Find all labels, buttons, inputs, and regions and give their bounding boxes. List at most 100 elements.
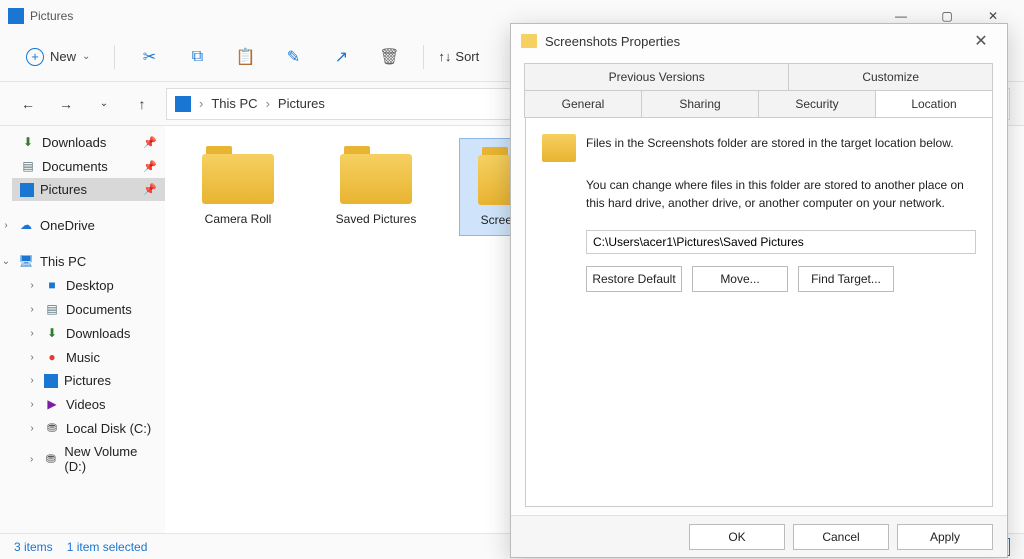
sidebar-item-label: Pictures (64, 373, 111, 388)
sidebar-item-videos[interactable]: ›▶Videos (30, 392, 165, 416)
tab-sharing[interactable]: Sharing (641, 90, 759, 118)
sidebar-item-label: Videos (66, 397, 106, 412)
back-button[interactable]: ← (14, 90, 42, 118)
sidebar-item-label: Downloads (66, 326, 130, 341)
sidebar-item-label: OneDrive (40, 218, 95, 233)
new-button[interactable]: + New ⌄ (16, 44, 100, 70)
sidebar-item-label: New Volume (D:) (64, 444, 157, 474)
close-button[interactable]: ✕ (965, 31, 997, 51)
pictures-icon (175, 96, 191, 112)
sidebar-item-label: Music (66, 350, 100, 365)
paste-icon[interactable]: 📋 (225, 37, 265, 77)
delete-icon[interactable]: 🗑 (369, 37, 409, 77)
breadcrumb-item[interactable]: Pictures (278, 96, 325, 111)
tab-general[interactable]: General (524, 90, 642, 118)
sidebar-item-music[interactable]: ›●Music (30, 345, 165, 369)
pin-icon: 📌 (143, 136, 157, 149)
dialog-tabs: Previous Versions Customize General Shar… (511, 58, 1007, 118)
desktop-icon: ■ (44, 277, 60, 293)
dialog-titlebar: Screenshots Properties ✕ (511, 24, 1007, 58)
forward-button[interactable]: → (52, 90, 80, 118)
item-count: 3 items (14, 540, 53, 554)
restore-default-button[interactable]: Restore Default (586, 266, 682, 292)
move-button[interactable]: Move... (692, 266, 788, 292)
apply-button[interactable]: Apply (897, 524, 993, 550)
tab-security[interactable]: Security (758, 90, 876, 118)
find-target-button[interactable]: Find Target... (798, 266, 894, 292)
sidebar-item-downloads[interactable]: ⬇ Downloads 📌 (12, 130, 165, 154)
picture-icon (44, 374, 58, 388)
sidebar-item-desktop[interactable]: ›■Desktop (30, 273, 165, 297)
chevron-right-icon[interactable]: › (26, 454, 37, 465)
sidebar-item-label: Pictures (40, 182, 87, 197)
tab-previous-versions[interactable]: Previous Versions (524, 63, 789, 91)
sidebar-item-label: Documents (66, 302, 132, 317)
folder-icon (521, 34, 537, 48)
ok-button[interactable]: OK (689, 524, 785, 550)
folder-icon (202, 146, 274, 204)
sidebar-item-label: Desktop (66, 278, 114, 293)
dialog-title: Screenshots Properties (545, 34, 965, 49)
folder-saved-pictures[interactable]: Saved Pictures (321, 138, 431, 234)
share-icon[interactable]: ↗ (321, 37, 361, 77)
download-icon: ⬇ (20, 134, 36, 150)
sort-icon: ↑↓ (438, 49, 451, 64)
chevron-right-icon[interactable]: › (0, 220, 12, 231)
plus-icon: + (26, 48, 44, 66)
sidebar-item-documents[interactable]: ›▤Documents (30, 297, 165, 321)
picture-icon (20, 183, 34, 197)
chevron-right-icon[interactable]: › (26, 399, 38, 410)
sidebar-item-pictures[interactable]: ›Pictures (30, 369, 165, 392)
properties-dialog: Screenshots Properties ✕ Previous Versio… (510, 23, 1008, 558)
window-title: Pictures (30, 9, 878, 23)
thispc-icon: 🖥 (18, 253, 34, 269)
chevron-right-icon[interactable]: › (26, 280, 38, 291)
sidebar-item-thispc[interactable]: ⌄ 🖥 This PC (4, 249, 165, 273)
sidebar-item-label: Downloads (42, 135, 106, 150)
chevron-right-icon[interactable]: › (26, 328, 38, 339)
recent-dropdown[interactable]: ⌄ (90, 90, 118, 118)
copy-icon[interactable]: ⧉ (177, 37, 217, 77)
tab-body-location: Files in the Screenshots folder are stor… (525, 117, 993, 507)
folder-icon (340, 146, 412, 204)
chevron-right-icon[interactable]: › (26, 304, 38, 315)
separator (114, 45, 115, 69)
chevron-right-icon[interactable]: › (26, 375, 38, 386)
pin-icon: 📌 (143, 160, 157, 173)
chevron-down-icon: ⌄ (82, 51, 90, 62)
separator (423, 45, 424, 69)
disk-icon: ⛃ (43, 451, 58, 467)
chevron-right-icon[interactable]: › (26, 352, 38, 363)
onedrive-icon: ☁ (18, 217, 34, 233)
rename-icon[interactable]: ✎ (273, 37, 313, 77)
dialog-buttons: OK Cancel Apply (511, 515, 1007, 557)
cut-icon[interactable]: ✂ (129, 37, 169, 77)
music-icon: ● (44, 349, 60, 365)
location-description-1: Files in the Screenshots folder are stor… (586, 134, 954, 162)
chevron-down-icon[interactable]: ⌄ (0, 256, 12, 267)
tab-location[interactable]: Location (875, 90, 993, 118)
chevron-right-icon[interactable]: › (26, 423, 38, 434)
tab-customize[interactable]: Customize (788, 63, 993, 91)
download-icon: ⬇ (44, 325, 60, 341)
sort-button[interactable]: ↑↓ Sort (438, 49, 479, 64)
sidebar-item-documents[interactable]: ▤ Documents 📌 (12, 154, 165, 178)
pin-icon: 📌 (143, 183, 157, 196)
location-path-input[interactable] (586, 230, 976, 254)
sidebar-item-local-disk-c[interactable]: ›⛃Local Disk (C:) (30, 416, 165, 440)
sort-label: Sort (455, 49, 479, 64)
folder-label: Saved Pictures (329, 212, 423, 226)
sidebar-item-new-volume-d[interactable]: ›⛃New Volume (D:) (30, 440, 165, 478)
document-icon: ▤ (44, 301, 60, 317)
folder-camera-roll[interactable]: Camera Roll (183, 138, 293, 234)
sidebar-item-onedrive[interactable]: › ☁ OneDrive (4, 213, 165, 237)
breadcrumb-item[interactable]: This PC (211, 96, 257, 111)
up-button[interactable]: ↑ (128, 90, 156, 118)
breadcrumb-separator: › (199, 96, 203, 111)
pictures-app-icon (8, 8, 24, 24)
sidebar-item-downloads[interactable]: ›⬇Downloads (30, 321, 165, 345)
sidebar-item-label: Local Disk (C:) (66, 421, 151, 436)
sidebar-item-pictures[interactable]: Pictures 📌 (12, 178, 165, 201)
cancel-button[interactable]: Cancel (793, 524, 889, 550)
video-icon: ▶ (44, 396, 60, 412)
